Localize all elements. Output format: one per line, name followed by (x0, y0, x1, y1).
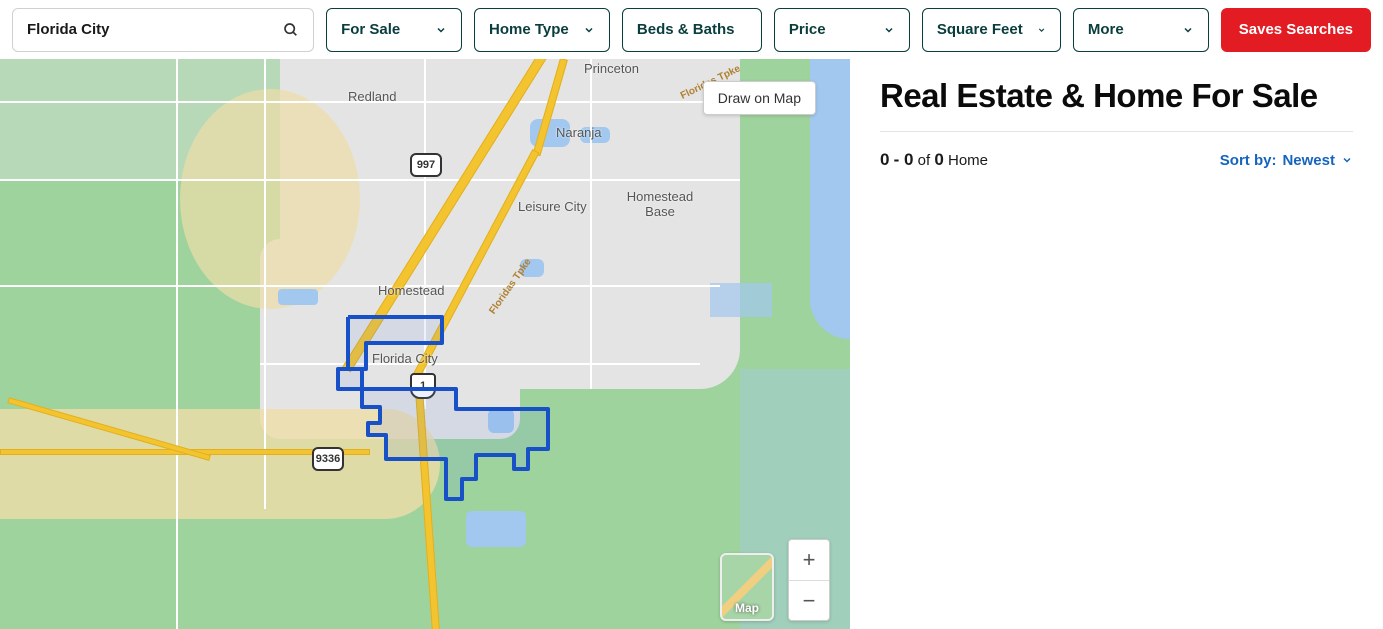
zoom-out-button[interactable]: − (789, 580, 829, 620)
filter-home-type[interactable]: Home Type (474, 8, 610, 52)
saves-searches-button[interactable]: Saves Searches (1221, 8, 1371, 52)
map-toggle-label: Map (735, 601, 759, 615)
content: 997 1 9336 Floridas Tpke Floridas Tpke R… (0, 59, 1383, 629)
search-icon (283, 22, 299, 38)
sort-label: Sort by: (1220, 152, 1277, 169)
filter-label: Home Type (489, 21, 569, 38)
count-dash: - (894, 150, 904, 169)
results-bar: 0 - 0 of 0 Home Sort by: Newest (880, 150, 1353, 170)
chevron-down-icon (883, 24, 895, 36)
search-input[interactable] (27, 21, 283, 38)
zoom-controls: + − (788, 539, 830, 621)
sort-value: Newest (1282, 152, 1335, 169)
route-shield-1: 1 (410, 373, 436, 399)
map-type-toggle[interactable]: Map (720, 553, 774, 621)
zoom-in-button[interactable]: + (789, 540, 829, 580)
chevron-down-icon (1341, 154, 1353, 166)
filter-beds-baths[interactable]: Beds & Baths (622, 8, 762, 52)
draw-on-map-button[interactable]: Draw on Map (703, 81, 816, 115)
chevron-down-icon (435, 24, 447, 36)
count-total: 0 (934, 150, 943, 169)
route-shield-9336: 9336 (312, 447, 344, 471)
filter-label: For Sale (341, 21, 400, 38)
chevron-down-icon (1182, 24, 1194, 36)
filter-square-feet[interactable]: Square Feet (922, 8, 1061, 52)
filter-header: For Sale Home Type Beds & Baths Price Sq… (0, 0, 1383, 59)
chevron-down-icon (1037, 24, 1046, 36)
route-shield-997: 997 (410, 153, 442, 177)
map-pane[interactable]: 997 1 9336 Floridas Tpke Floridas Tpke R… (0, 59, 850, 629)
chevron-down-icon (583, 24, 595, 36)
filter-more[interactable]: More (1073, 8, 1209, 52)
search-wrap[interactable] (12, 8, 314, 52)
count-end: 0 (904, 150, 913, 169)
filter-label: Beds & Baths (637, 21, 735, 38)
filter-label: More (1088, 21, 1124, 38)
results-pane: Real Estate & Home For Sale 0 - 0 of 0 H… (850, 59, 1383, 629)
filter-label: Price (789, 21, 826, 38)
filter-for-sale[interactable]: For Sale (326, 8, 462, 52)
sort-dropdown[interactable]: Sort by: Newest (1220, 152, 1353, 169)
results-title: Real Estate & Home For Sale (880, 77, 1353, 115)
divider (880, 131, 1353, 132)
count-unit: Home (948, 152, 988, 169)
count-start: 0 (880, 150, 889, 169)
results-count: 0 - 0 of 0 Home (880, 150, 988, 170)
filter-price[interactable]: Price (774, 8, 910, 52)
filter-label: Square Feet (937, 21, 1023, 38)
